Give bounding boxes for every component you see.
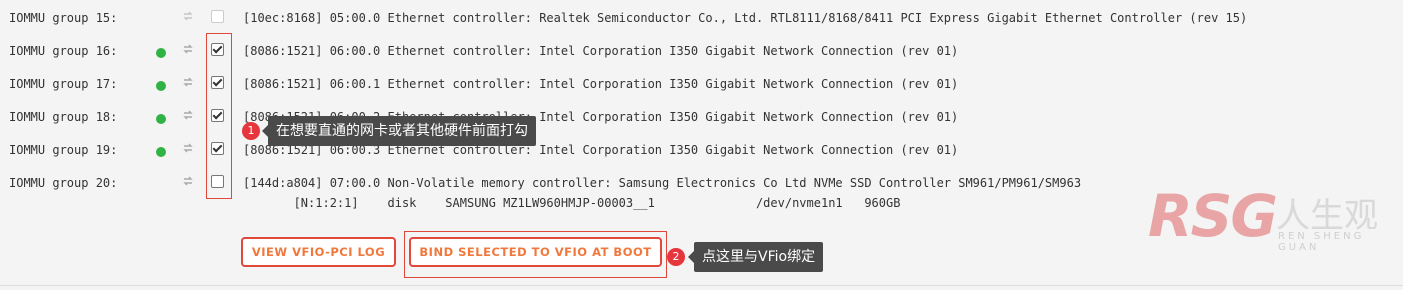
reset-icon[interactable]: [181, 109, 197, 123]
step-2-badge: 2: [667, 248, 685, 266]
group-label: IOMMU group 17:: [9, 77, 118, 91]
bound-status-dot: [156, 48, 166, 58]
step-2-callout: 点这里与VFio绑定: [687, 242, 824, 272]
device-description: [144d:a804] 07:00.0 Non-Volatile memory …: [243, 176, 1082, 190]
bound-status-dot: [156, 114, 166, 124]
step-1-badge: 1: [242, 122, 260, 140]
bind-to-vfio-button[interactable]: BIND SELECTED TO VFIO AT BOOT: [409, 237, 662, 267]
device-description: [8086:1521] 06:00.0 Ethernet controller:…: [243, 44, 959, 58]
watermark-cn: 人生观: [1276, 196, 1378, 236]
watermark-logo: RSG 人生观 REN SHENG GUAN: [1148, 182, 1398, 253]
bound-status-dot: [156, 81, 166, 91]
group-label: IOMMU group 16:: [9, 44, 118, 58]
watermark-brand: RSG: [1148, 182, 1278, 250]
iommu-row-15: IOMMU group 15: [10ec:8168] 05:00.0 Ethe…: [0, 0, 1403, 33]
watermark-en: REN SHENG GUAN: [1278, 231, 1365, 253]
group-label: IOMMU group 15:: [9, 11, 118, 25]
iommu-groups-panel: IOMMU group 15: [10ec:8168] 05:00.0 Ethe…: [0, 0, 1403, 286]
nvme-disk-detail: [N:1:2:1] disk SAMSUNG MZ1LW960HMJP-0000…: [243, 196, 901, 210]
device-description: [10ec:8168] 05:00.0 Ethernet controller:…: [243, 11, 1248, 25]
checkbox-highlight-box: [206, 33, 232, 199]
reset-icon[interactable]: [181, 76, 197, 90]
bound-status-dot: [156, 147, 166, 157]
group-label: IOMMU group 19:: [9, 143, 118, 157]
reset-icon[interactable]: [181, 142, 197, 156]
bind-checkbox[interactable]: [211, 10, 224, 23]
group-label: IOMMU group 18:: [9, 110, 118, 124]
reset-icon[interactable]: [181, 43, 197, 57]
group-label: IOMMU group 20:: [9, 176, 118, 190]
reset-icon[interactable]: [181, 175, 197, 189]
reset-icon[interactable]: [181, 10, 197, 24]
device-description: [8086:1521] 06:00.1 Ethernet controller:…: [243, 77, 959, 91]
step-1-callout: 在想要直通的网卡或者其他硬件前面打勾: [262, 116, 536, 146]
view-vfio-log-button[interactable]: VIEW VFIO-PCI LOG: [241, 237, 396, 267]
